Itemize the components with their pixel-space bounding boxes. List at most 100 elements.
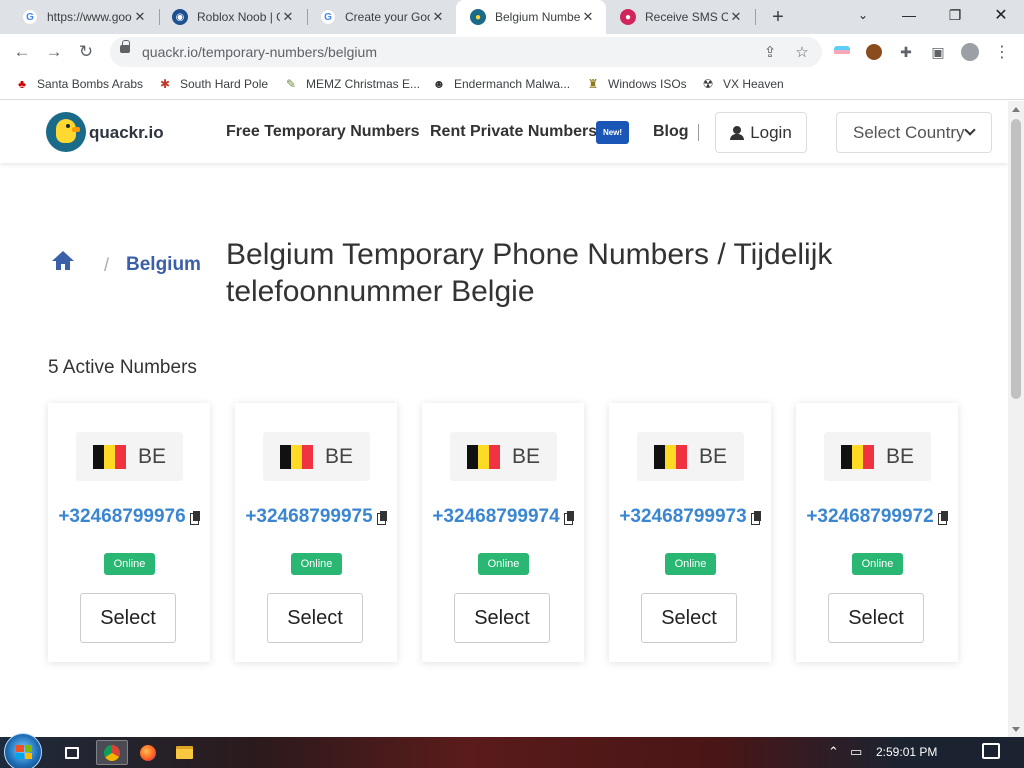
site-header: quackr.io Free Temporary Numbers Rent Pr… [0, 101, 1008, 163]
tab-search-icon[interactable]: ⌄ [840, 0, 886, 30]
bookmark-label: Santa Bombs Arabs [37, 77, 144, 91]
tab-receive-sms[interactable]: ● Receive SMS Or ✕ [606, 0, 754, 34]
back-button[interactable]: ← [10, 40, 34, 64]
copy-icon[interactable] [937, 511, 948, 525]
side-panel-icon[interactable]: ▣ [928, 42, 948, 62]
nav-blog[interactable]: Blog [653, 123, 689, 141]
bookmark-label: Endermanch Malwa... [454, 77, 571, 91]
extensions-puzzle-icon[interactable]: ✚ [896, 42, 916, 62]
close-tab-icon[interactable]: ✕ [728, 9, 744, 25]
bookmark-star-icon[interactable]: ☆ [792, 42, 812, 62]
copy-icon[interactable] [750, 511, 761, 525]
bookmark-santa-bombs[interactable]: ♣ Santa Bombs Arabs [14, 76, 143, 92]
network-icon[interactable]: ▭ [850, 744, 862, 760]
sms-icon: ● [620, 9, 636, 25]
reload-button[interactable]: ↻ [74, 40, 98, 64]
page-scrollbar[interactable] [1008, 101, 1024, 737]
bookmark-vx-heaven[interactable]: ☢ VX Heaven [700, 76, 784, 92]
start-button[interactable] [4, 733, 42, 768]
close-tab-icon[interactable]: ✕ [580, 9, 596, 25]
brand-name[interactable]: quackr.io [89, 123, 164, 143]
country-chip: BE [76, 432, 183, 481]
bookmark-endermanch[interactable]: ☻ Endermanch Malwa... [431, 76, 570, 92]
tab-google-2[interactable]: G Create your Goo ✕ [306, 0, 456, 34]
taskbar-clock[interactable]: 2:59:01 PM [876, 745, 937, 759]
endermanch-icon: ☻ [432, 77, 446, 91]
country-chip: BE [263, 432, 370, 481]
profile-extension-icon[interactable] [864, 42, 884, 62]
close-tab-icon[interactable]: ✕ [280, 9, 296, 25]
select-button[interactable]: Select [641, 593, 737, 643]
country-chip: BE [824, 432, 931, 481]
lock-icon [120, 40, 130, 53]
phone-number[interactable]: +32468799975 [239, 506, 393, 527]
tray-chevron-up-icon[interactable]: ⌃ [828, 744, 839, 760]
select-button[interactable]: Select [80, 593, 176, 643]
login-button[interactable]: Login [715, 112, 807, 153]
restore-button[interactable]: ❐ [932, 0, 978, 30]
select-button[interactable]: Select [454, 593, 550, 643]
tab-roblox[interactable]: ◉ Roblox Noob | C ✕ [158, 0, 306, 34]
minimize-button[interactable]: — [886, 0, 932, 30]
address-bar[interactable]: quackr.io/temporary-numbers/belgium ⇪ ☆ [110, 37, 822, 67]
close-tab-icon[interactable]: ✕ [430, 9, 446, 25]
firefox-taskbar-icon[interactable] [132, 740, 164, 765]
nav-free-numbers[interactable]: Free Temporary Numbers [226, 123, 420, 141]
country-code: BE [699, 445, 728, 468]
country-code: BE [512, 445, 541, 468]
action-center-icon[interactable] [982, 743, 1000, 759]
forward-button[interactable]: → [42, 40, 66, 64]
number-card: BE +32468799973 Online Select [609, 403, 771, 662]
country-select[interactable]: Select Country [836, 112, 992, 153]
bookmark-label: VX Heaven [723, 77, 784, 91]
new-badge: New! [596, 121, 629, 144]
file-explorer-taskbar-icon[interactable] [168, 740, 200, 765]
new-tab-button[interactable]: + [766, 5, 790, 29]
scroll-up-arrow-icon[interactable] [1012, 107, 1020, 112]
phone-number[interactable]: +32468799976 [52, 506, 206, 527]
bookmarks-bar: ♣ Santa Bombs Arabs ✱ South Hard Pole ✎ … [0, 70, 1024, 100]
home-icon[interactable] [52, 251, 74, 271]
close-window-button[interactable]: ✕ [978, 0, 1024, 30]
task-view-icon[interactable] [56, 740, 88, 765]
bookmark-label: MEMZ Christmas E... [306, 77, 421, 91]
copy-icon[interactable] [563, 511, 574, 525]
copy-icon[interactable] [189, 511, 200, 525]
select-button[interactable]: Select [267, 593, 363, 643]
active-count: 5 Active Numbers [48, 357, 197, 378]
tab-title: Belgium Numbe [495, 10, 580, 24]
share-icon[interactable]: ⇪ [760, 42, 780, 62]
windows-taskbar: ⌃ ▭ 🔈︎ 2:59:01 PM [0, 733, 1024, 768]
nav-rent-numbers[interactable]: Rent Private Numbers [430, 123, 597, 141]
memz-icon: ✎ [285, 77, 297, 91]
status-badge: Online [478, 553, 529, 575]
flag-extension-icon[interactable] [832, 42, 852, 62]
quackr-logo-icon[interactable] [46, 112, 86, 152]
number-card: BE +32468799974 Online Select [422, 403, 584, 662]
url-text: quackr.io/temporary-numbers/belgium [142, 44, 377, 60]
menu-kebab-icon[interactable]: ⋮ [992, 42, 1012, 62]
bookmark-south-hard-pole[interactable]: ✱ South Hard Pole [157, 76, 268, 92]
windows-logo-icon [16, 745, 32, 759]
belgium-flag-icon [280, 445, 313, 469]
phone-number[interactable]: +32468799974 [426, 506, 580, 527]
phone-number[interactable]: +32468799972 [800, 506, 954, 527]
close-tab-icon[interactable]: ✕ [132, 9, 148, 25]
tab-title: Roblox Noob | C [197, 10, 280, 24]
copy-icon[interactable] [376, 511, 387, 525]
login-label: Login [750, 122, 792, 142]
bookmark-memz[interactable]: ✎ MEMZ Christmas E... [283, 76, 420, 92]
scroll-down-arrow-icon[interactable] [1012, 727, 1020, 732]
scrollbar-thumb[interactable] [1011, 119, 1021, 399]
belgium-flag-icon [467, 445, 500, 469]
breadcrumb-current[interactable]: Belgium [126, 254, 201, 276]
bookmark-windows-isos[interactable]: ♜ Windows ISOs [585, 76, 687, 92]
chrome-taskbar-icon[interactable] [96, 740, 128, 765]
tab-title: https://www.goo [47, 10, 132, 24]
profile-avatar-icon[interactable] [960, 42, 980, 62]
select-button[interactable]: Select [828, 593, 924, 643]
tab-belgium-active[interactable]: ● Belgium Numbe ✕ [456, 0, 606, 34]
phone-number[interactable]: +32468799973 [613, 506, 767, 527]
number-card: BE +32468799972 Online Select [796, 403, 958, 662]
tab-google-1[interactable]: G https://www.goo ✕ [8, 0, 158, 34]
